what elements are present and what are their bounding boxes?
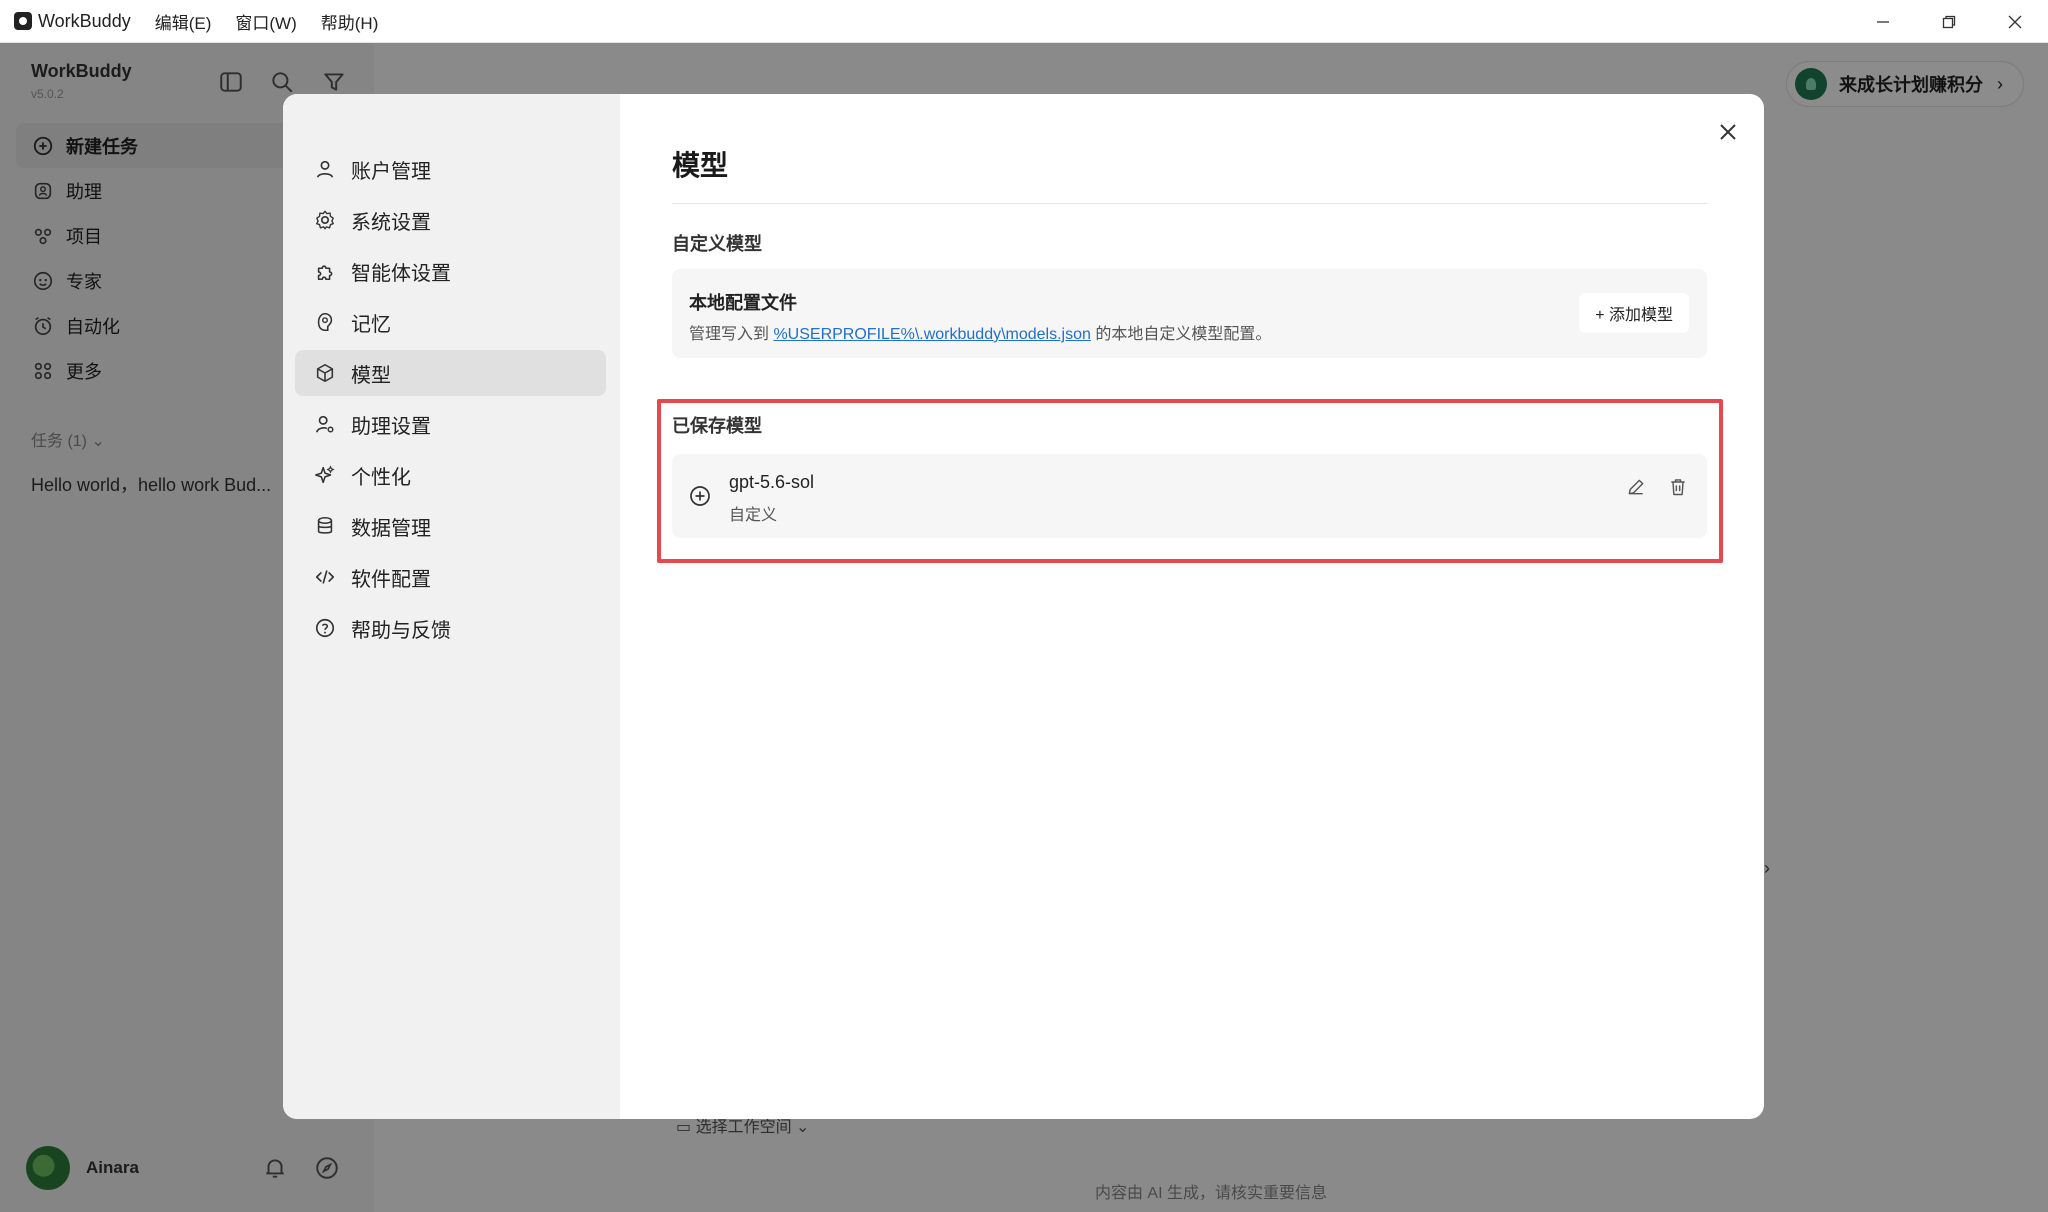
model-name: gpt-5.6-sol xyxy=(729,472,815,492)
settings-nav-system[interactable]: 系统设置 xyxy=(295,197,606,243)
settings-nav-memory[interactable]: 记忆 xyxy=(295,299,606,345)
settings-nav-label: 帮助与反馈 xyxy=(351,619,451,642)
settings-nav-data[interactable]: 数据管理 xyxy=(295,503,606,549)
minimize-icon xyxy=(1877,20,1889,23)
sparkle-icon xyxy=(313,463,337,487)
add-model-button[interactable]: + 添加模型 xyxy=(1579,293,1689,333)
edit-model-button[interactable] xyxy=(1623,474,1649,500)
plus-circle-icon xyxy=(690,486,710,506)
brain-icon xyxy=(313,310,337,334)
restore-button[interactable] xyxy=(1916,0,1982,43)
settings-content: 模型 自定义模型 本地配置文件 管理写入到 %USERPROFILE%\.wor… xyxy=(620,94,1764,1119)
saved-models-heading: 已保存模型 xyxy=(672,416,762,436)
title-divider xyxy=(672,203,1707,204)
settings-nav-help[interactable]: 帮助与反馈 xyxy=(295,605,606,651)
settings-nav-label: 模型 xyxy=(351,364,391,387)
close-window-icon xyxy=(2008,15,2022,28)
restore-icon xyxy=(1942,15,1956,28)
close-icon xyxy=(1720,124,1736,140)
menu-edit[interactable]: 编辑(E) xyxy=(155,9,212,34)
saved-model-row[interactable]: gpt-5.6-sol 自定义 xyxy=(672,454,1707,538)
app-logo-icon xyxy=(14,12,32,30)
database-icon xyxy=(313,514,337,538)
trash-icon xyxy=(1671,479,1685,496)
cube-icon xyxy=(313,361,337,385)
model-type: 自定义 xyxy=(729,507,778,524)
close-window-button[interactable] xyxy=(1982,0,2048,43)
settings-modal: 账户管理 系统设置 智能体设置 记忆 模型 助理设置 个性化 数据管理 软件配置… xyxy=(283,94,1764,1119)
local-config-desc-suffix: 的本地自定义模型配置。 xyxy=(1090,326,1272,343)
app-name: WorkBuddy xyxy=(38,10,131,31)
settings-nav-agent[interactable]: 智能体设置 xyxy=(295,248,606,294)
help-icon xyxy=(313,616,337,640)
models-json-link[interactable]: %USERPROFILE%\.workbuddy\models.json xyxy=(773,326,1090,343)
settings-nav-label: 账户管理 xyxy=(351,160,431,183)
settings-nav-label: 记忆 xyxy=(351,313,391,336)
title-bar: WorkBuddy 编辑(E) 窗口(W) 帮助(H) xyxy=(0,0,2048,43)
user-gear-icon xyxy=(313,412,337,436)
settings-nav-model[interactable]: 模型 xyxy=(295,350,606,396)
local-config-title: 本地配置文件 xyxy=(689,293,797,313)
minimize-button[interactable] xyxy=(1850,0,1916,43)
settings-nav-label: 个性化 xyxy=(351,466,411,489)
local-config-desc-prefix: 管理写入到 xyxy=(689,326,774,343)
settings-nav-label: 软件配置 xyxy=(351,568,431,591)
menu-help[interactable]: 帮助(H) xyxy=(321,9,379,34)
settings-nav-label: 系统设置 xyxy=(351,211,431,234)
local-config-description: 管理写入到 %USERPROFILE%\.workbuddy\models.js… xyxy=(689,320,1271,344)
close-modal-button[interactable] xyxy=(1712,116,1744,148)
code-icon xyxy=(313,565,337,589)
delete-model-button[interactable] xyxy=(1665,474,1691,500)
menu-window[interactable]: 窗口(W) xyxy=(235,9,296,34)
settings-nav-label: 智能体设置 xyxy=(351,262,451,285)
custom-models-heading: 自定义模型 xyxy=(672,234,762,254)
settings-nav-account[interactable]: 账户管理 xyxy=(295,146,606,192)
settings-nav-personalize[interactable]: 个性化 xyxy=(295,452,606,498)
user-icon xyxy=(313,157,337,181)
settings-nav-label: 助理设置 xyxy=(351,415,431,438)
settings-nav-software[interactable]: 软件配置 xyxy=(295,554,606,600)
local-config-card: 本地配置文件 管理写入到 %USERPROFILE%\.workbuddy\mo… xyxy=(672,269,1707,358)
gear-icon xyxy=(313,208,337,232)
pencil-icon xyxy=(1628,479,1644,495)
puzzle-icon xyxy=(313,259,337,283)
page-title: 模型 xyxy=(672,150,729,181)
settings-nav-assistant[interactable]: 助理设置 xyxy=(295,401,606,447)
settings-nav-label: 数据管理 xyxy=(351,517,431,540)
settings-nav: 账户管理 系统设置 智能体设置 记忆 模型 助理设置 个性化 数据管理 软件配置… xyxy=(283,94,620,1119)
